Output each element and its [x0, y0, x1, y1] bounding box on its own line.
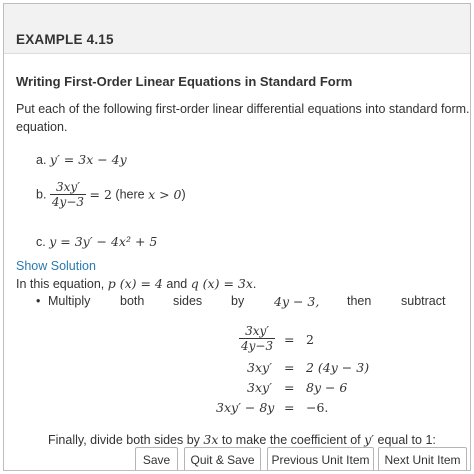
save-button[interactable]: Save: [135, 447, 178, 470]
problem-b-note-prefix: (here: [115, 187, 149, 202]
problem-c: c. y = 3y′ − 4x² + 5: [36, 234, 157, 249]
intro-line-2: equation.: [16, 120, 68, 134]
problem-b-note-math: x > 0: [148, 187, 182, 202]
eq1-rhs: 2: [306, 332, 314, 347]
problem-a-equation: y′ = 3x − 4y: [49, 152, 127, 167]
eq1-operator: =: [284, 332, 295, 347]
problem-b-label: b.: [36, 187, 47, 202]
bullet-step: • Multiply both sides by 4y − 3, then su…: [36, 294, 446, 310]
and-text: and: [162, 277, 191, 291]
intro-line-1: Put each of the following first-order li…: [16, 102, 470, 116]
eq2-operator: =: [284, 360, 295, 375]
solution-intro-suffix: .: [252, 277, 257, 291]
bullet-word: Multiply: [48, 294, 91, 308]
bullet-dot: •: [36, 294, 41, 308]
eq3-lhs: 3xy′: [247, 380, 272, 395]
show-solution-link[interactable]: Show Solution: [16, 259, 96, 273]
eq1-numerator: 3xy′: [245, 324, 269, 338]
solution-intro-prefix: In this equation,: [16, 277, 108, 291]
eq3-operator: =: [284, 380, 295, 395]
problem-c-equation: y = 3y′ − 4x² + 5: [49, 234, 158, 249]
problem-b-fraction: 3xy′ 4y−3: [49, 180, 87, 209]
section-heading: Writing First-Order Linear Equations in …: [16, 74, 353, 89]
problem-b-rhs: = 2: [89, 187, 112, 202]
bullet-word: sides: [173, 294, 203, 308]
bullet-word: both: [120, 294, 145, 308]
eq4-lhs: 3xy′ − 8y: [216, 400, 275, 415]
eq4-operator: =: [284, 400, 295, 415]
eq3-rhs: 8y − 6: [306, 380, 348, 395]
eq2-lhs: 3xy′: [247, 360, 272, 375]
problem-b-note-suffix: ): [181, 187, 186, 202]
bullet-word: subtract: [401, 294, 446, 308]
bullet-word: then: [347, 294, 372, 308]
eq4-rhs: −6.: [306, 400, 329, 415]
app-frame: EXAMPLE 4.15 Writing First-Order Linear …: [3, 3, 471, 471]
problem-a-label: a.: [36, 153, 47, 167]
equation-row-1: 3xy′ 4y−3: [239, 324, 276, 353]
bullet-math: 4y − 3,: [274, 294, 320, 309]
problem-c-label: c.: [36, 235, 46, 249]
problem-b: b. 3xy′ 4y−3 = 2 (here x > 0): [36, 180, 186, 209]
problem-a: a. y′ = 3x − 4y: [36, 152, 127, 167]
solution-intro: In this equation, p (x) = 4 and q (x) = …: [16, 276, 256, 291]
footer-toolbar: Save Quit & Save Previous Unit Item Next…: [4, 442, 470, 470]
eq1-fraction: 3xy′ 4y−3: [239, 324, 276, 353]
header-bar: EXAMPLE 4.15: [4, 4, 470, 54]
problem-b-denominator: 4y−3: [49, 194, 87, 209]
example-title: EXAMPLE 4.15: [16, 32, 114, 47]
problem-b-numerator: 3xy′: [56, 180, 80, 194]
next-unit-item-button[interactable]: Next Unit Item: [378, 447, 467, 470]
q-expression: q (x) = 3x: [190, 276, 253, 291]
p-expression: p (x) = 4: [107, 276, 163, 291]
quit-save-button[interactable]: Quit & Save: [184, 447, 261, 470]
eq2-rhs: 2 (4y − 3): [306, 360, 370, 375]
intro-paragraph: Put each of the following first-order li…: [16, 100, 470, 136]
eq1-denominator: 4y−3: [239, 338, 276, 353]
bullet-word: by: [231, 294, 245, 308]
previous-unit-item-button[interactable]: Previous Unit Item: [267, 447, 374, 470]
